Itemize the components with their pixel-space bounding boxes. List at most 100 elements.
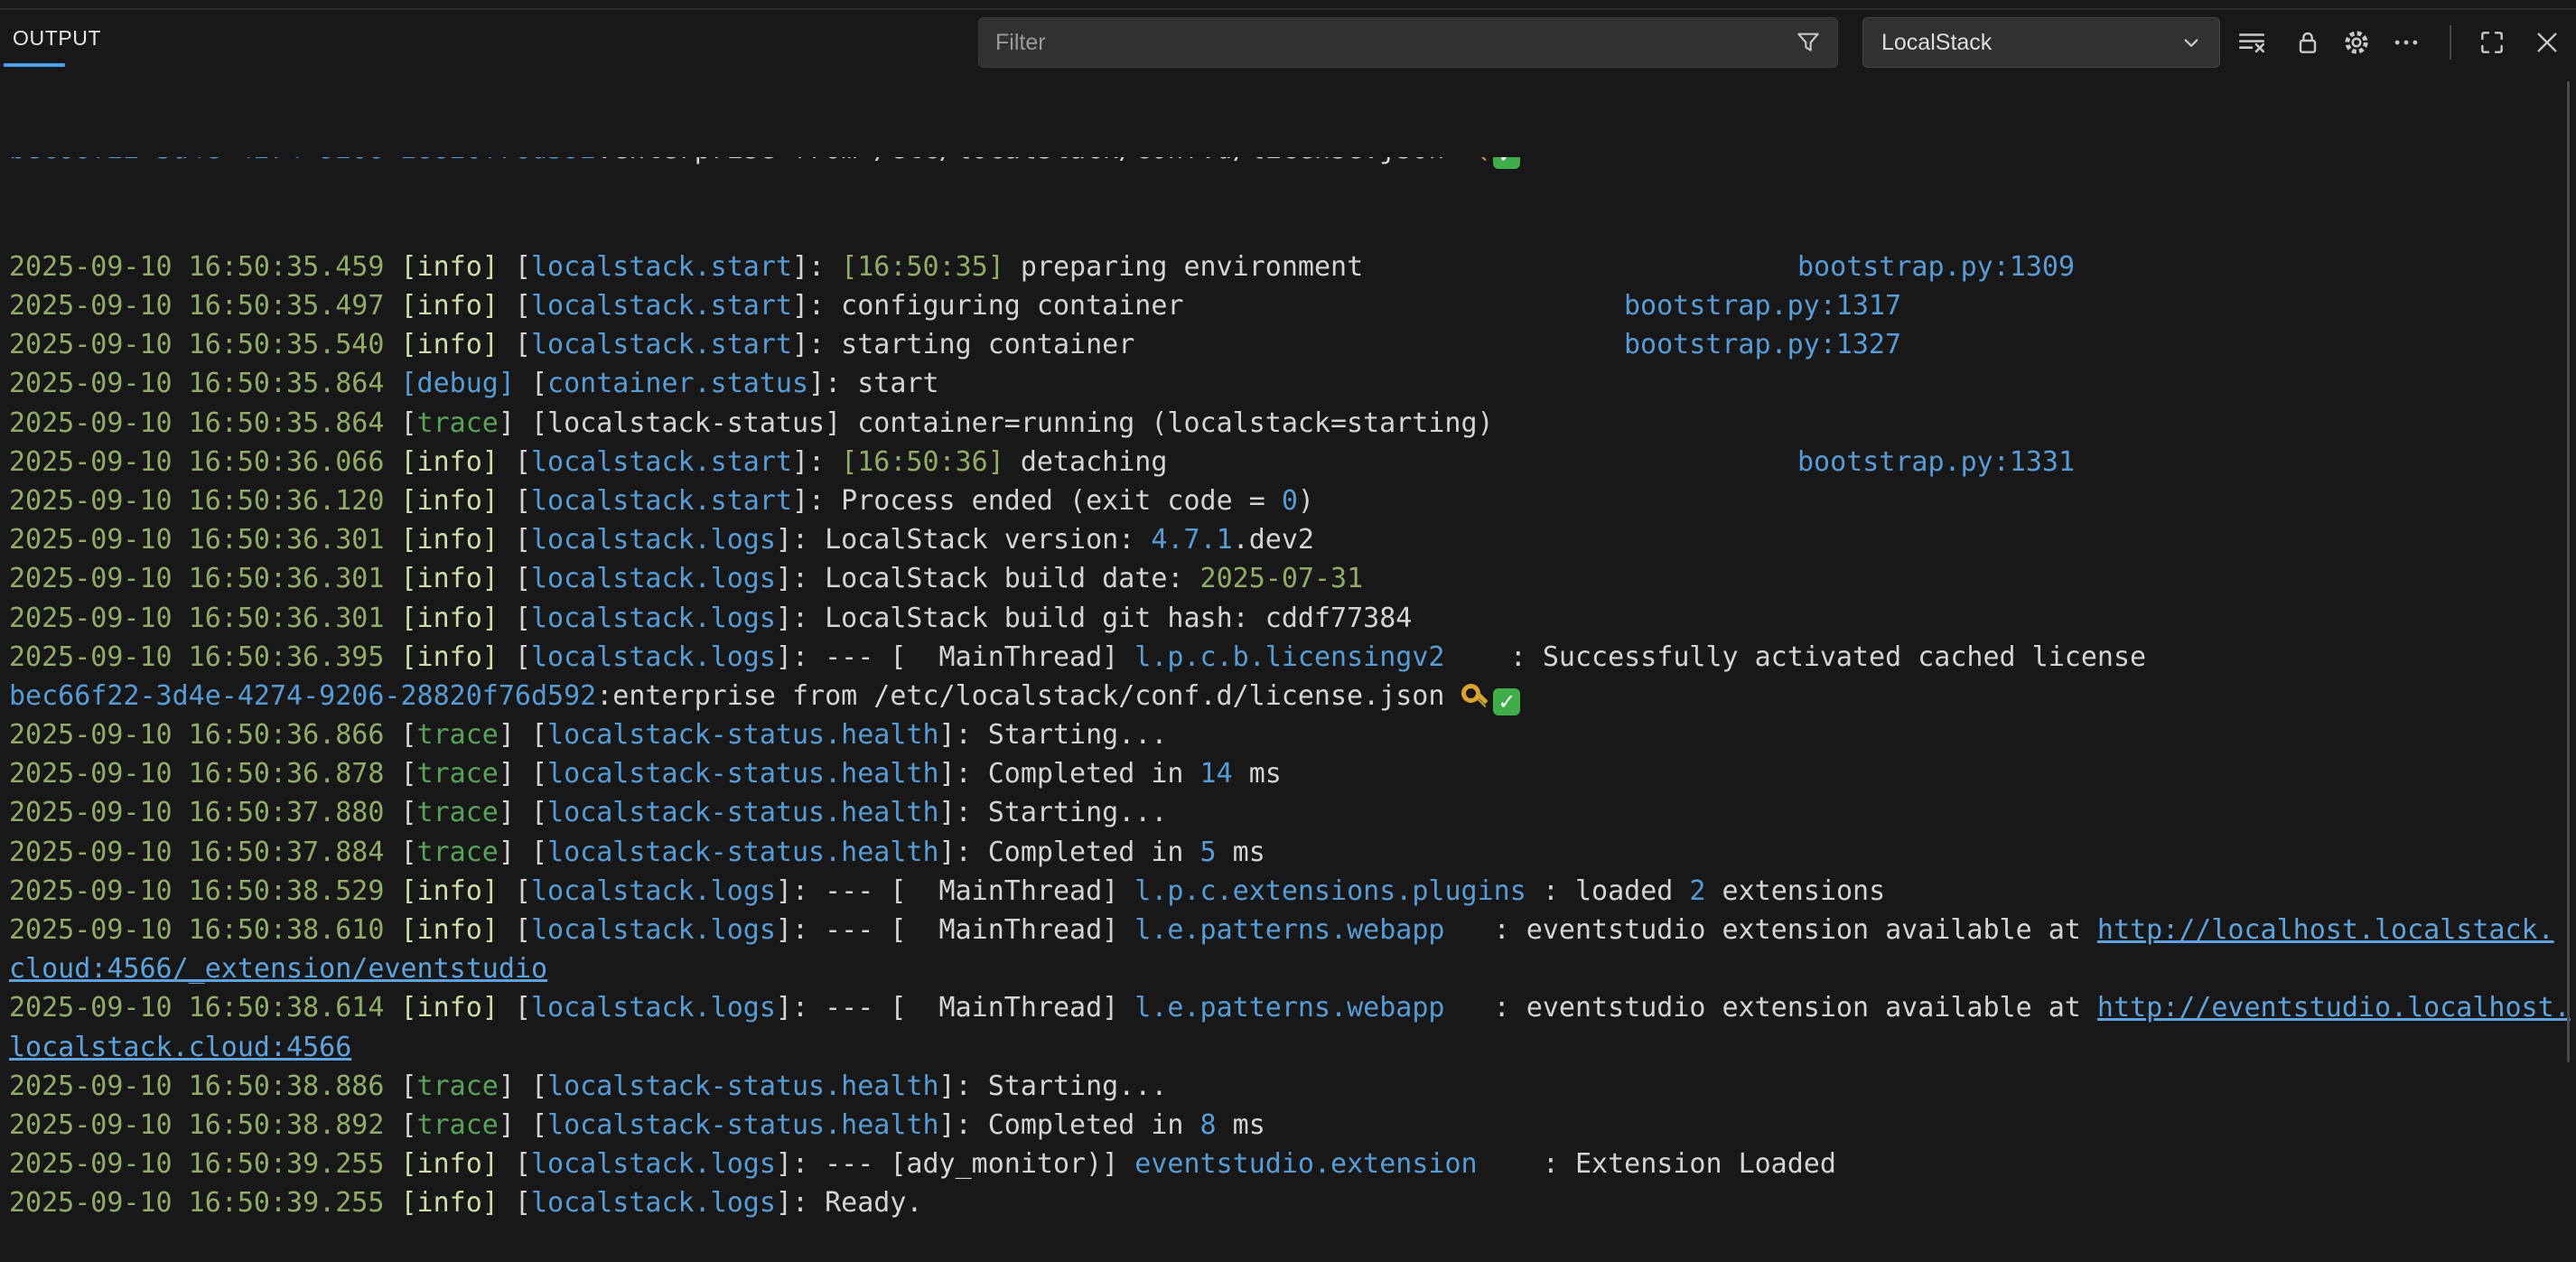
log-text: 2025-07-31 [1200,563,1364,594]
filter-input[interactable] [979,30,1794,56]
log-link[interactable]: http://eventstudio.localhost. [2097,992,2571,1024]
log-text: 2025-09-10 16:50:37.880 [9,797,400,828]
log-text: ] [ [499,1109,547,1141]
log-text: : Extension Loaded [1478,1148,1836,1180]
log-text: ] [ [499,797,547,828]
log-text: localstack-status.health [547,758,938,790]
log-line: 2025-09-10 16:50:36.301 [info] [localsta… [0,559,2576,598]
log-text: [ [400,837,416,868]
log-text: extensions [1705,875,1885,907]
log-text: ]: Completed in [939,837,1200,868]
log-text: 2 [1689,875,1705,907]
log-text: [ [515,329,531,360]
log-text: 2025-09-10 16:50:38.614 [9,992,400,1024]
log-text: :enterprise from /etc/localstack/conf.d/… [596,157,1461,165]
log-text: ]: [776,914,825,946]
tab-output[interactable]: OUTPUT [13,26,101,51]
file-reference-link[interactable]: bootstrap.py:1317 [1624,286,1901,325]
log-text: 2025-09-10 16:50:38.892 [9,1109,400,1141]
log-text: [info] [400,914,514,946]
check-emoji-icon: ✓ [1493,157,1520,169]
log-link[interactable]: cloud:4566/_extension/eventstudio [9,953,547,985]
log-line: bec66f22-3d4e-4274-9206-28820f76d592:ent… [0,677,2576,715]
gear-icon [2341,27,2372,58]
log-text: localstack.start [531,485,792,517]
clear-output-button[interactable] [2231,21,2273,64]
log-text: 2025-09-10 16:50:36.120 [9,485,400,517]
file-reference-link[interactable]: bootstrap.py:1309 [1797,248,2075,286]
log-text: 2025-09-10 16:50:35.540 [9,329,400,360]
log-text: --- [ MainThread] [825,875,1134,907]
toolbar-separator [2450,25,2451,60]
log-text: localstack.logs [531,603,776,634]
log-text: LocalStack build date: [825,563,1199,594]
log-text: ms [1217,1109,1265,1141]
log-text: ]: Starting... [939,719,1168,751]
gear-button[interactable] [2336,21,2377,64]
log-link[interactable]: localstack.cloud:4566 [9,1032,351,1063]
maximize-panel-button[interactable] [2471,21,2513,64]
log-text: 2025-09-10 16:50:35.459 [9,251,400,283]
log-text: 2025-09-10 16:50:36.301 [9,524,400,556]
channel-select[interactable]: LocalStack [1862,17,2220,68]
log-text: localstack.logs [531,563,776,594]
scrollbar[interactable] [2567,81,2570,1062]
log-link[interactable]: http://localhost.localstack. [2097,914,2554,946]
log-line: 2025-09-10 16:50:36.301 [info] [localsta… [0,599,2576,638]
log-text: 2025-09-10 16:50:36.878 [9,758,400,790]
funnel-icon[interactable] [1794,28,1823,57]
log-text: [ [515,290,531,322]
lock-button[interactable] [2287,21,2329,64]
log-text: [ [515,914,531,946]
log-text: localstack.logs [531,914,776,946]
log-text: l.e.patterns.webapp [1134,992,1444,1024]
file-reference-link[interactable]: bootstrap.py:1331 [1797,443,2075,481]
log-text: [info] [400,485,514,517]
log-text: container.status [547,368,808,399]
log-text: 2025-09-10 16:50:39.255 [9,1148,400,1180]
more-actions-button[interactable] [2385,21,2427,64]
log-text: ]: [776,1187,825,1219]
log-text: --- [ MainThread] [825,641,1134,673]
log-text: localstack-status.health [547,797,938,828]
log-text: 2025-09-10 16:50:37.884 [9,837,400,868]
log-line: 2025-09-10 16:50:35.540 [info] [localsta… [0,325,2576,364]
log-text: ]: [776,992,825,1024]
log-text: 2025-09-10 16:50:38.886 [9,1070,400,1102]
log-text: [ [515,603,531,634]
log-text: [ [400,719,416,751]
log-text: 4.7.1 [1151,524,1232,556]
active-tab-underline [4,63,65,67]
log-text: 5 [1200,837,1217,868]
log-partial-line: bec66f22-3d4e-4274-9206-28820f76d592:ent… [0,157,2576,169]
log-text: LocalStack version: [825,524,1151,556]
log-output-area: bec66f22-3d4e-4274-9206-28820f76d592:ent… [0,79,2576,1066]
log-text: ]: [792,485,841,517]
maximize-icon [2478,28,2506,57]
log-text: configuring container [841,290,1183,322]
log-text: [info] [400,603,514,634]
log-text: 2025-09-10 16:50:39.255 [9,1187,400,1219]
log-line: 2025-09-10 16:50:38.529 [info] [localsta… [0,872,2576,911]
log-text: localstack-status.health [547,1109,938,1141]
log-text: [info] [400,1148,514,1180]
more-icon [2391,27,2422,58]
chevron-down-icon [2178,29,2205,56]
log-text: [ [400,1070,416,1102]
log-text: [ [400,407,416,439]
log-text: trace [417,758,499,790]
log-text: : loaded [1526,875,1690,907]
file-reference-link[interactable]: bootstrap.py:1327 [1624,325,1901,364]
log-text: [ [515,992,531,1024]
log-text: [ [515,1187,531,1219]
close-panel-button[interactable] [2526,21,2568,64]
log-text: localstack.logs [531,1148,776,1180]
log-text: [ [515,641,531,673]
log-text: ]: Starting... [939,1070,1168,1102]
log-line: 2025-09-10 16:50:39.255 [info] [localsta… [0,1183,2576,1222]
log-text: ]: [776,641,825,673]
log-text: LocalStack build git hash: cddf77384 [825,603,1412,634]
log-text: [16:50:35] [841,251,1004,283]
log-line: 2025-09-10 16:50:36.878 [trace] [localst… [0,754,2576,793]
log-line: 2025-09-10 16:50:36.866 [trace] [localst… [0,715,2576,754]
